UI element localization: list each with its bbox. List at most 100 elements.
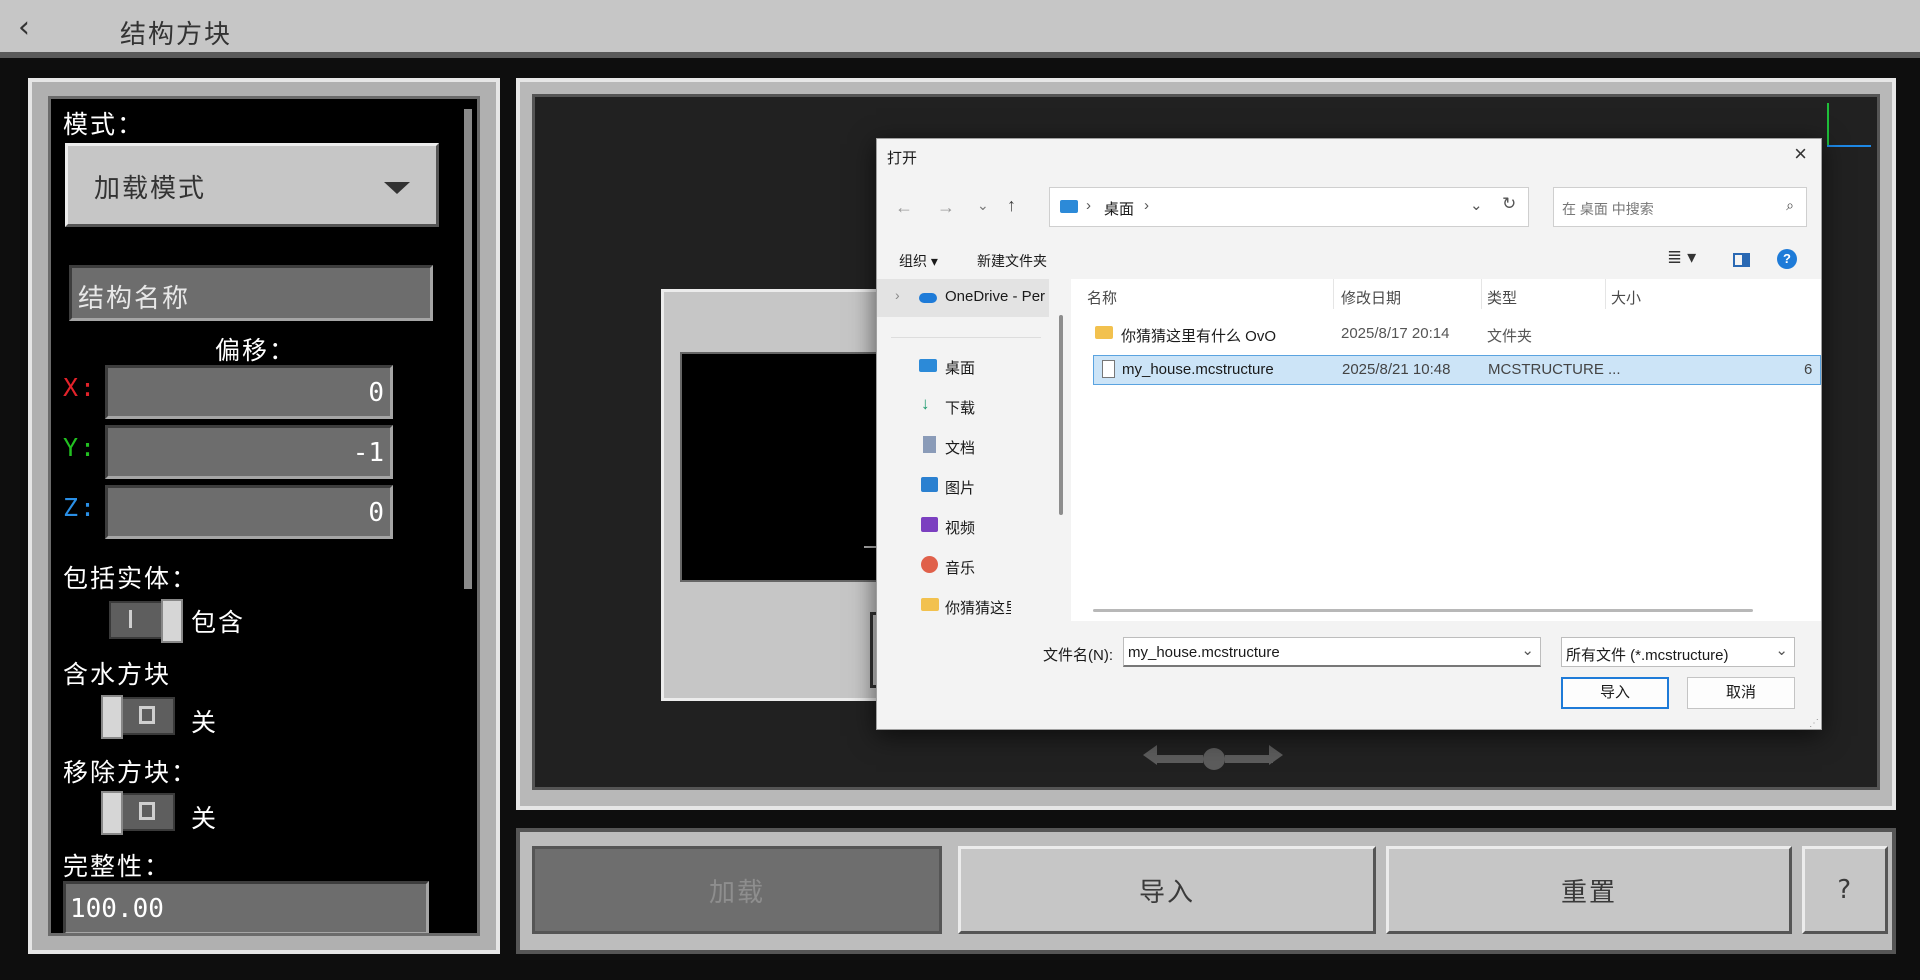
desktop-icon (919, 359, 937, 372)
sidebar-item-desktop[interactable]: 桌面 ✎ (901, 353, 1011, 383)
sidebar-item-label: OneDrive - Per (945, 288, 1046, 305)
toggle-off-mark (139, 802, 155, 820)
settings-scrollbar[interactable] (464, 109, 472, 589)
dialog-title: 打开 (887, 150, 918, 167)
desktop-icon (1060, 200, 1078, 213)
column-date[interactable]: 修改日期 (1341, 287, 1401, 308)
mode-dropdown[interactable]: 加载模式 (65, 143, 439, 227)
background-popup (661, 289, 894, 701)
remove-blocks-label: 移除方块： (63, 758, 199, 787)
title-bar: ‹ 结构方块 (0, 0, 1920, 58)
search-icon: ⌕ (1786, 197, 1794, 213)
up-arrow-icon[interactable]: ↑ (1007, 195, 1016, 216)
file-row-selected[interactable]: my_house.mcstructure 2025/8/21 10:48 MCS… (1093, 355, 1821, 385)
offset-z-label: Z: (63, 493, 98, 522)
waterlogged-toggle[interactable] (101, 695, 175, 739)
offset-x-label: X: (63, 373, 98, 402)
dialog-cancel-button[interactable]: 取消 (1687, 677, 1795, 709)
file-date: 2025/8/21 10:48 (1342, 361, 1451, 378)
search-input[interactable]: 在 桌面 中搜索 ⌕ (1553, 187, 1807, 227)
document-icon (923, 436, 936, 453)
include-entities-toggle[interactable] (109, 599, 183, 643)
path-segment[interactable]: 桌面 (1104, 198, 1134, 219)
sidebar-divider (891, 337, 1041, 338)
rotate-control-icon[interactable] (1143, 745, 1283, 775)
offset-y-label: Y: (63, 433, 98, 462)
file-type: MCSTRUCTURE ... (1488, 361, 1621, 378)
back-icon[interactable]: ‹ (18, 10, 30, 45)
offset-z-input[interactable]: 0 (105, 485, 393, 539)
remove-blocks-value: 关 (191, 804, 219, 833)
sidebar-item-pictures[interactable]: 图片 ✎ (901, 473, 1011, 503)
integrity-value: 100.00 (70, 894, 164, 924)
sidebar-item-folder[interactable]: 你猜猜这里有 (901, 593, 1011, 619)
search-placeholder: 在 桌面 中搜索 (1562, 201, 1654, 217)
address-bar[interactable]: › 桌面 › ⌄ ↻ (1049, 187, 1529, 227)
toggle-off-mark (139, 706, 155, 724)
sidebar-item-label: 音乐 (945, 560, 976, 577)
dialog-import-button[interactable]: 导入 (1561, 677, 1669, 709)
sidebar-item-music[interactable]: 音乐 ✎ (901, 553, 1011, 583)
file-type-value: 所有文件 (*.mcstructure) (1566, 647, 1729, 664)
file-row[interactable]: 你猜猜这里有什么 OvO 2025/8/17 20:14 文件夹 (1087, 319, 1807, 349)
sidebar-item-downloads[interactable]: ↓ 下载 ✎ (901, 393, 1011, 423)
axis-gizmo-icon (1825, 103, 1871, 149)
file-list: 名称 ^ 修改日期 类型 大小 你猜猜这里有什么 OvO 2025/8/17 2… (1071, 279, 1821, 621)
new-folder-button[interactable]: 新建文件夹 (977, 251, 1047, 271)
path-dropdown-icon[interactable]: ⌄ (1470, 196, 1483, 214)
integrity-label: 完整性： (63, 852, 172, 881)
organize-menu[interactable]: 组织 ▾ (899, 251, 938, 271)
toggle-knob (101, 695, 123, 739)
integrity-input[interactable]: 100.00 (63, 881, 429, 933)
preview-pane-icon[interactable] (1733, 253, 1750, 267)
load-button[interactable]: 加载 (532, 846, 942, 934)
chevron-right-icon: › (895, 287, 900, 303)
close-icon[interactable]: × (1794, 141, 1807, 167)
filename-value: my_house.mcstructure (1128, 644, 1280, 661)
offset-x-input[interactable]: 0 (105, 365, 393, 419)
resize-grip-icon[interactable]: ⋰ (1809, 718, 1819, 729)
forward-arrow-icon[interactable]: → (937, 197, 955, 218)
toggle-knob (161, 599, 183, 643)
offset-y-value: -1 (352, 438, 384, 468)
structure-name-input[interactable]: 结构名称 (69, 265, 433, 321)
refresh-icon[interactable]: ↻ (1502, 194, 1516, 214)
column-type[interactable]: 类型 (1487, 287, 1517, 308)
navigation-scrollbar[interactable] (1059, 315, 1063, 515)
video-icon (921, 517, 938, 532)
horizontal-scrollbar[interactable] (1093, 609, 1753, 612)
sidebar-item-label: 你猜猜这里有 (945, 600, 1011, 617)
include-entities-label: 包括实体： (63, 564, 199, 593)
include-entities-value: 包含 (191, 608, 246, 637)
view-menu-icon[interactable]: ≣ ▾ (1667, 247, 1696, 268)
offset-y-input[interactable]: -1 (105, 425, 393, 479)
sidebar-item-label: 视频 (945, 520, 976, 537)
column-name[interactable]: 名称 (1087, 287, 1117, 308)
remove-blocks-toggle[interactable] (101, 791, 175, 835)
file-name: my_house.mcstructure (1122, 361, 1274, 378)
sidebar-item-onedrive[interactable]: › OneDrive - Per (877, 279, 1049, 317)
help-icon[interactable]: ? (1777, 249, 1797, 269)
offset-label: 偏移： (215, 336, 297, 365)
organize-label: 组织 (899, 253, 927, 269)
reset-button[interactable]: 重置 (1386, 846, 1792, 934)
recent-chevron-icon[interactable]: ⌄ (977, 197, 989, 214)
help-button[interactable]: ? (1802, 846, 1888, 934)
open-file-dialog: 打开 × ← → ⌄ ↑ › 桌面 › ⌄ ↻ 在 桌面 中搜索 ⌕ 组织 ▾ … (876, 138, 1822, 730)
sidebar-item-videos[interactable]: 视频 ✎ (901, 513, 1011, 543)
back-arrow-icon[interactable]: ← (895, 197, 913, 218)
mode-value: 加载模式 (94, 174, 207, 204)
download-icon: ↓ (921, 394, 930, 413)
cloud-icon (919, 293, 937, 303)
file-type-select[interactable]: 所有文件 (*.mcstructure) ⌄ (1561, 637, 1795, 667)
import-button[interactable]: 导入 (958, 846, 1376, 934)
settings-panel: 模式： 加载模式 结构名称 偏移： X: 0 Y: -1 Z: 0 包括实体： … (28, 78, 500, 954)
chevron-down-icon: ⌄ (1521, 642, 1534, 659)
column-size[interactable]: 大小 (1611, 287, 1641, 308)
music-icon (921, 556, 938, 573)
sidebar-item-label: 桌面 (945, 360, 976, 377)
filename-input[interactable]: my_house.mcstructure ⌄ (1123, 637, 1541, 667)
chevron-down-icon (384, 182, 410, 194)
waterlogged-value: 关 (191, 708, 219, 737)
sidebar-item-documents[interactable]: 文档 ✎ (901, 433, 1011, 463)
